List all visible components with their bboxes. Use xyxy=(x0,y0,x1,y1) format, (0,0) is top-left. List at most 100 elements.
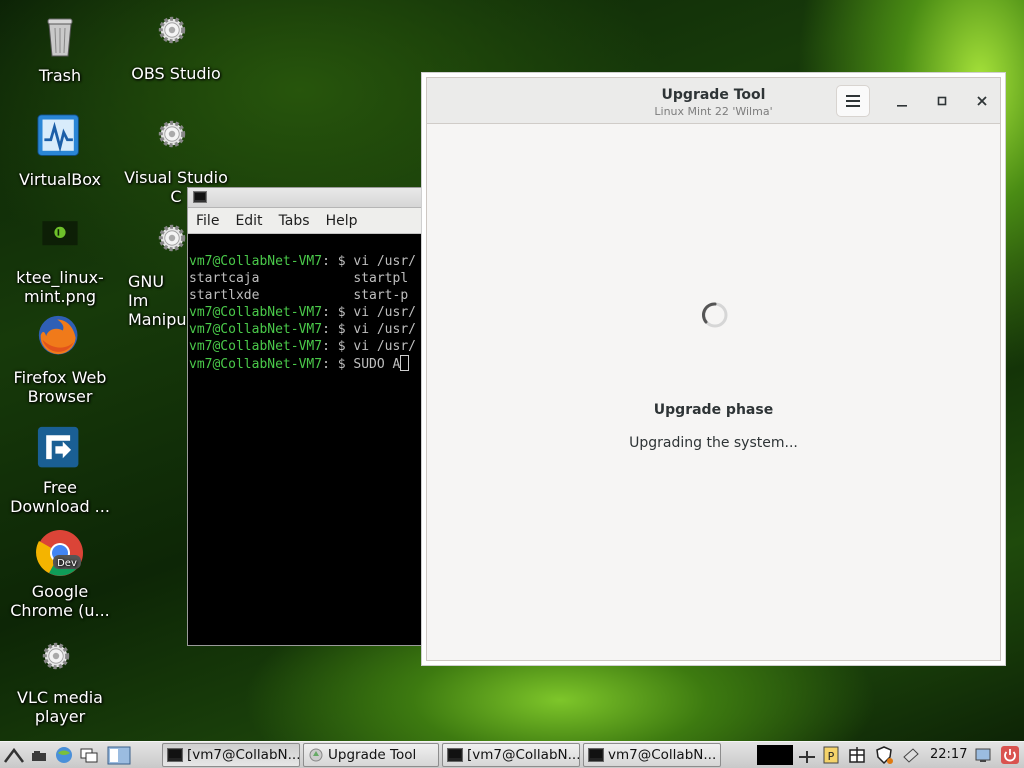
terminal-icon xyxy=(167,748,183,762)
desktop-icon-vlc[interactable]: VLC media player xyxy=(2,640,118,726)
terminal-line: startlxde start-p xyxy=(189,287,421,304)
close-button[interactable] xyxy=(968,87,996,115)
download-manager-icon xyxy=(37,426,79,468)
screen-lock-icon[interactable] xyxy=(973,745,993,765)
gear-icon xyxy=(158,16,186,44)
clipboard-icon[interactable]: P xyxy=(821,745,841,765)
desktop-icon-image-file[interactable]: ktee_linux-mint.png xyxy=(2,218,118,306)
file-manager-icon[interactable] xyxy=(28,744,50,766)
hamburger-icon xyxy=(846,95,860,107)
upgrade-tool-headerbar[interactable]: Upgrade Tool Linux Mint 22 'Wilma' xyxy=(427,78,1000,124)
hamburger-menu-button[interactable] xyxy=(836,85,870,117)
image-file-icon xyxy=(42,221,78,246)
menu-file[interactable]: File xyxy=(188,213,227,229)
terminal-cursor xyxy=(400,355,410,371)
svg-text:P: P xyxy=(828,750,835,763)
menu-help[interactable]: Help xyxy=(318,213,366,229)
command: : $ vi /usr/ xyxy=(322,322,416,337)
menu-edit[interactable]: Edit xyxy=(227,213,270,229)
taskbar-task-terminal-1[interactable]: [vm7@CollabN... xyxy=(162,743,300,767)
taskbar-clock[interactable]: 22:17 xyxy=(930,747,967,762)
taskbar-task-terminal-3[interactable]: vm7@CollabN... xyxy=(583,743,721,767)
removable-drive-icon[interactable] xyxy=(901,745,921,765)
spinner-icon xyxy=(701,302,728,328)
maximize-button[interactable] xyxy=(928,87,956,115)
close-icon xyxy=(977,96,987,106)
maximize-icon xyxy=(937,96,947,106)
upgrade-icon xyxy=(309,748,323,762)
prompt: vm7@CollabNet-VM7 xyxy=(189,339,323,354)
cpu-monitor-graph xyxy=(757,745,793,765)
terminal-titlebar[interactable] xyxy=(188,188,422,208)
desktop-icon-firefox[interactable]: Firefox Web Browser xyxy=(2,314,118,406)
desktop-icon-label: VirtualBox xyxy=(18,170,102,189)
svg-text:Dev: Dev xyxy=(57,558,77,569)
power-icon[interactable] xyxy=(1000,745,1020,765)
terminal-window[interactable]: File Edit Tabs Help vm7@CollabNet-VM7: $… xyxy=(187,187,423,646)
command: : $ SUDO A xyxy=(322,357,401,372)
upgrade-tool-window[interactable]: Upgrade Tool Linux Mint 22 'Wilma' Upgra… xyxy=(421,72,1006,666)
minimize-button[interactable] xyxy=(888,87,916,115)
taskbar-task-upgrade-tool[interactable]: Upgrade Tool xyxy=(303,743,439,767)
desktop-icon-label: Firefox Web Browser xyxy=(13,368,107,406)
desktop-icon-label: ktee_linux-mint.png xyxy=(16,268,104,306)
task-label: vm7@CollabN... xyxy=(608,747,717,763)
terminal-line: vm7@CollabNet-VM7: $ vi /usr/ xyxy=(189,338,421,355)
prompt: vm7@CollabNet-VM7 xyxy=(189,305,323,320)
task-label: [vm7@CollabN... xyxy=(187,747,300,763)
desktop-icon-obs[interactable]: OBS Studio xyxy=(118,14,234,83)
desktop-icon-trash[interactable]: Trash xyxy=(2,10,118,85)
show-desktop-icon[interactable] xyxy=(103,744,131,766)
chrome-dev-icon: Dev xyxy=(36,530,83,576)
desktop-icon-label: Trash xyxy=(38,66,82,85)
desktop-icon-gimp[interactable]: GNU Im Manipu xyxy=(118,222,188,329)
minimize-icon xyxy=(897,105,907,107)
web-browser-icon[interactable] xyxy=(53,744,75,766)
task-label: [vm7@CollabN... xyxy=(467,747,580,763)
terminal-icon xyxy=(588,748,604,762)
command: : $ vi /usr/ xyxy=(322,254,416,269)
terminal-icon xyxy=(447,748,463,762)
desktop-icon-virtualbox[interactable]: VirtualBox xyxy=(2,114,118,189)
command: : $ vi /usr/ xyxy=(322,339,416,354)
trash-icon xyxy=(47,18,73,57)
desktop-icon-free-download[interactable]: Free Download ... xyxy=(2,426,118,516)
gear-icon xyxy=(158,120,186,148)
prompt: vm7@CollabNet-VM7 xyxy=(189,357,323,372)
command: : $ vi /usr/ xyxy=(322,305,416,320)
menu-tabs[interactable]: Tabs xyxy=(271,213,318,229)
desktop-icon-label: Google Chrome (u... xyxy=(10,582,110,620)
output-text: startcaja startpl xyxy=(189,271,409,286)
virtualbox-icon xyxy=(37,114,79,156)
output-text: startlxde start-p xyxy=(189,288,409,303)
taskbar: [vm7@CollabN... Upgrade Tool [vm7@Collab… xyxy=(0,741,1024,768)
desktop-icon-label: VLC media player xyxy=(17,688,103,726)
prompt: vm7@CollabNet-VM7 xyxy=(189,322,323,337)
shield-icon[interactable] xyxy=(874,745,894,765)
gear-icon xyxy=(158,224,186,252)
terminal-line: vm7@CollabNet-VM7: $ SUDO A xyxy=(189,355,421,373)
upgrade-status-text: Upgrading the system... xyxy=(629,435,798,451)
terminal-icon xyxy=(193,191,207,203)
desktop-icon-label: Free Download ... xyxy=(10,478,110,516)
network-icon[interactable] xyxy=(797,745,817,765)
prompt: vm7@CollabNet-VM7 xyxy=(189,254,323,269)
gear-icon xyxy=(42,642,70,670)
updates-icon[interactable] xyxy=(847,745,867,765)
window-switcher-icon[interactable] xyxy=(78,744,100,766)
terminal-output[interactable]: vm7@CollabNet-VM7: $ vi /usr/startcaja s… xyxy=(188,234,422,409)
desktop-icon-label: OBS Studio xyxy=(131,64,221,83)
terminal-line: startcaja startpl xyxy=(189,270,421,287)
terminal-menubar: File Edit Tabs Help xyxy=(188,208,422,234)
upgrade-phase-heading: Upgrade phase xyxy=(653,402,774,418)
taskbar-task-terminal-2[interactable]: [vm7@CollabN... xyxy=(442,743,580,767)
terminal-line: vm7@CollabNet-VM7: $ vi /usr/ xyxy=(189,304,421,321)
firefox-icon xyxy=(38,315,78,355)
desktop-icon-label: GNU Im Manipu xyxy=(128,272,187,329)
terminal-line: vm7@CollabNet-VM7: $ vi /usr/ xyxy=(189,253,421,270)
start-menu-icon[interactable] xyxy=(3,744,25,766)
task-label: Upgrade Tool xyxy=(328,747,417,763)
desktop-icon-chrome-dev[interactable]: Dev Google Chrome (u... xyxy=(2,528,118,620)
terminal-line: vm7@CollabNet-VM7: $ vi /usr/ xyxy=(189,321,421,338)
upgrade-tool-content: Upgrade Tool Linux Mint 22 'Wilma' Upgra… xyxy=(426,77,1001,661)
